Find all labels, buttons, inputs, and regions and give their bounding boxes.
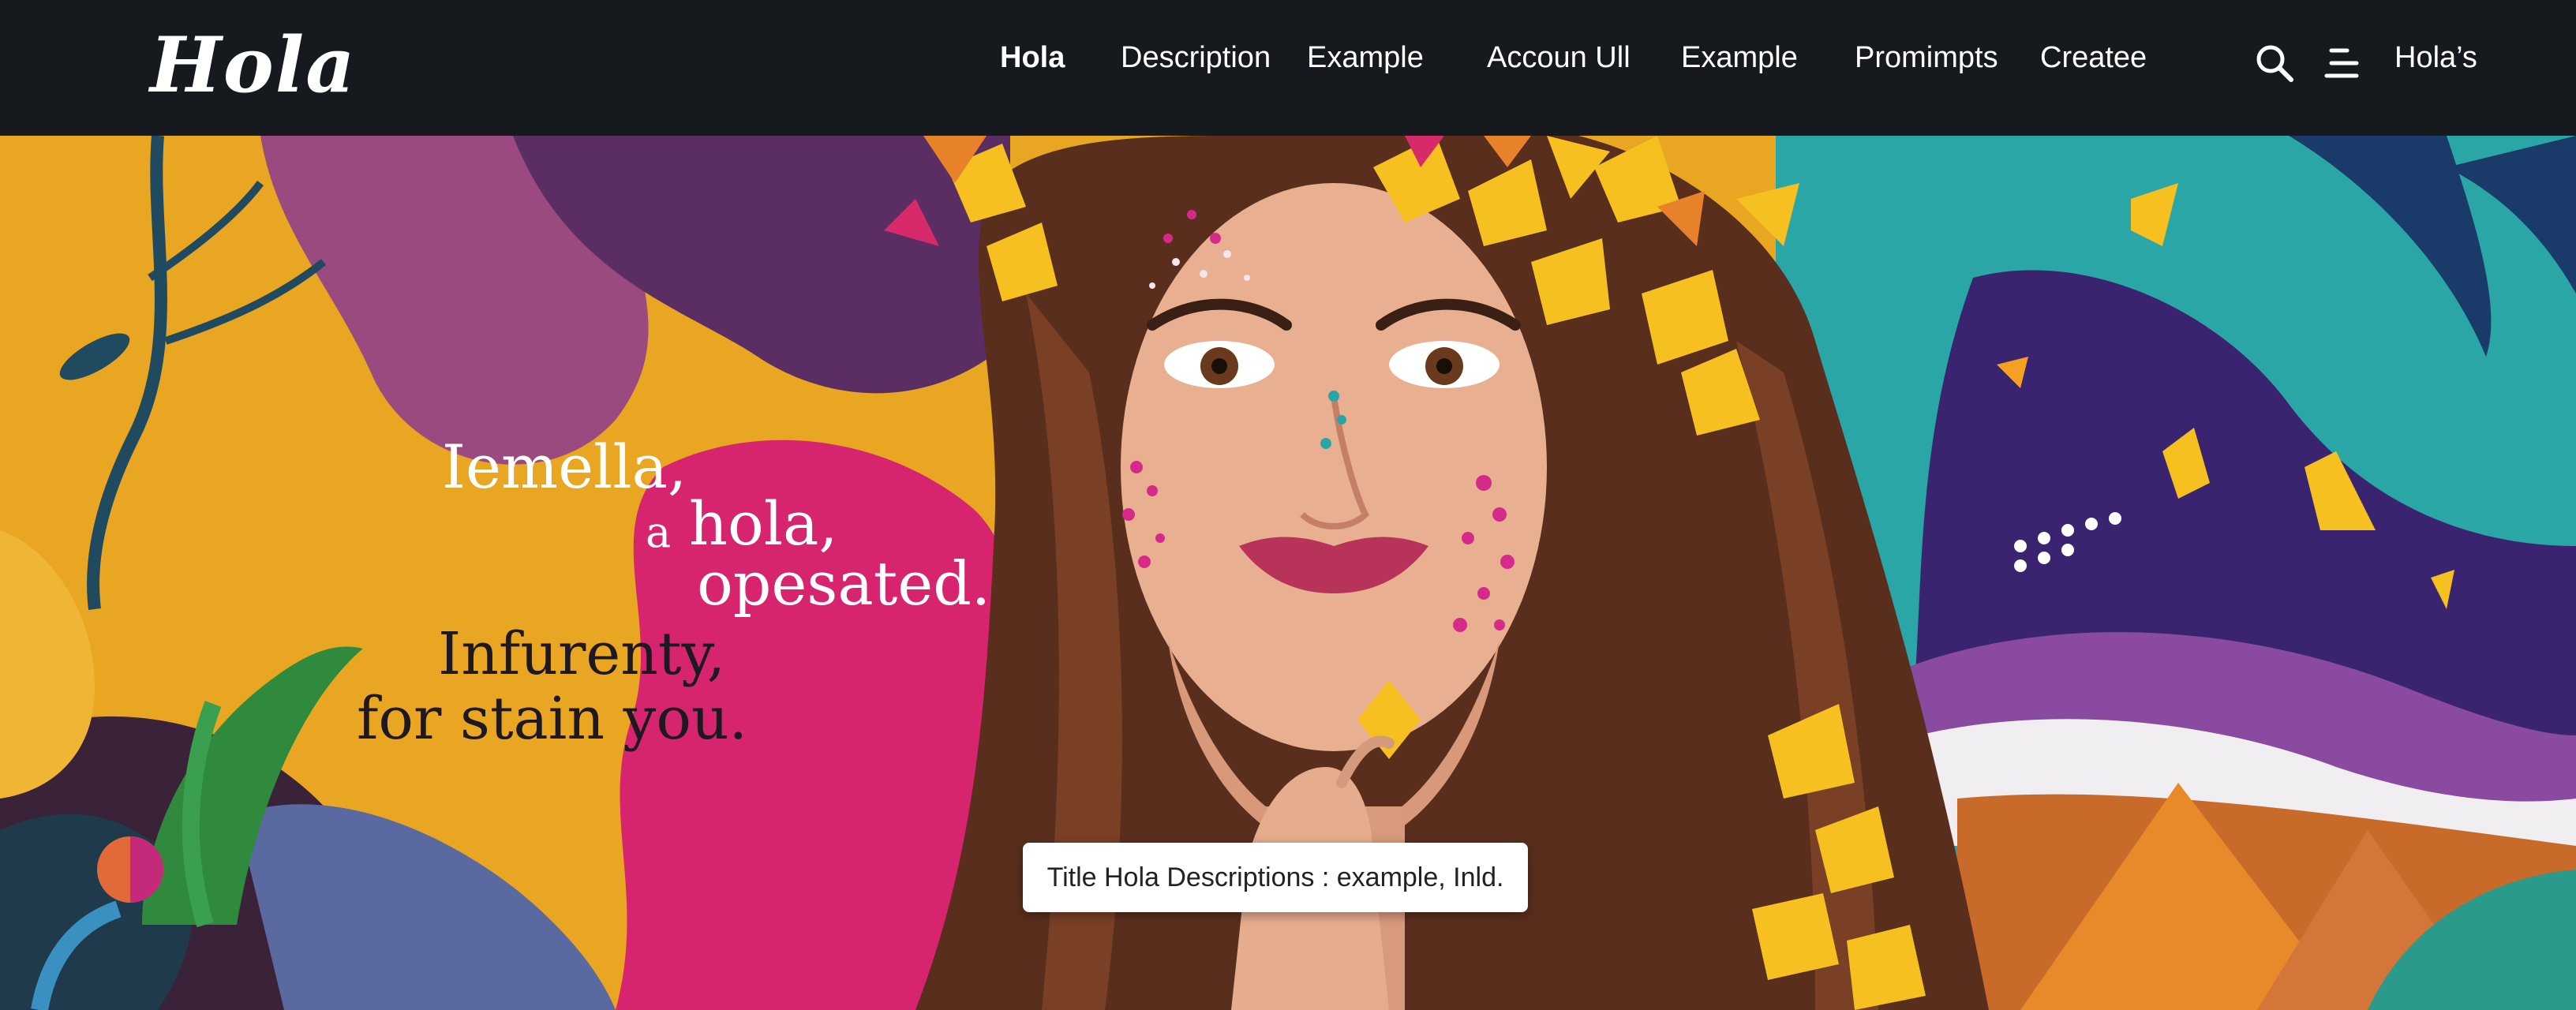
hero-subheadline-line1: Infurenty, [438,620,726,688]
image-caption-tooltip: Title Hola Descriptions : example, Inld. [1023,843,1528,912]
hero-headline-line3: opesated. [697,548,991,619]
hero-headline-line2: hola, [689,488,838,559]
account-name[interactable]: Hola’s [2394,41,2477,75]
hero-headline-prefix: a [646,507,672,557]
hero-headline-line1: Iemella, [442,432,687,502]
nav-item-prompts[interactable]: Promimpts [1855,41,1998,75]
nav-item-hola[interactable]: Hola [1000,41,1065,75]
nav-item-create[interactable]: Createe [2040,41,2147,75]
nav-item-example-2[interactable]: Example [1681,41,1798,75]
top-navigation-bar: Hola Hola Description Example Accoun Ull… [0,0,2576,136]
nav-item-account[interactable]: Accoun Ull [1487,41,1631,75]
menu-icon[interactable] [2320,39,2368,87]
nav-item-description[interactable]: Description [1121,41,1271,75]
brand-logo[interactable]: Hola [150,21,356,110]
hero-subheadline-line2: for stain you. [357,685,748,753]
nav-item-example[interactable]: Example [1307,41,1424,75]
search-icon[interactable] [2251,39,2298,87]
